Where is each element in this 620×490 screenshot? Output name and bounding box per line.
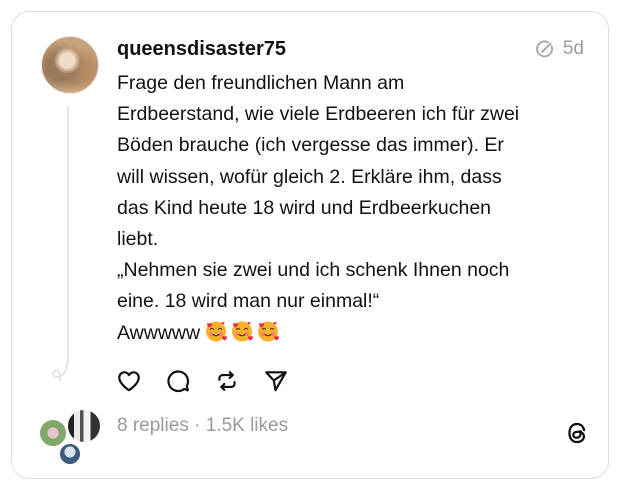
- thread-line: [67, 106, 69, 364]
- reply-avatars[interactable]: [38, 408, 102, 466]
- post-line: „Nehmen sie zwei und ich schenk Ihnen no…: [117, 259, 510, 282]
- post-stats: 8 replies · 1.5K likes: [117, 415, 288, 437]
- post-time[interactable]: 5d: [563, 38, 584, 60]
- repost-icon[interactable]: [214, 368, 240, 394]
- action-bar: [116, 368, 289, 394]
- post-line: will wissen, wofür gleich 2. Erkläre ihm…: [117, 165, 502, 188]
- send-icon[interactable]: [263, 368, 289, 394]
- post-line: Awwwww: [117, 321, 201, 344]
- replies-count[interactable]: 8 replies: [117, 415, 189, 436]
- author-username[interactable]: queensdisaster75: [117, 38, 286, 61]
- emoji-group: [204, 319, 280, 343]
- likes-count[interactable]: 1.5K likes: [206, 415, 288, 436]
- post-line: das Kind heute 18 wird und Erdbeerkuchen: [117, 196, 492, 219]
- threads-logo-icon[interactable]: [564, 419, 590, 447]
- edited-icon: [536, 40, 553, 58]
- heart-icon[interactable]: [116, 368, 142, 394]
- reply-avatar: [58, 442, 82, 466]
- post-body: Frage den freundlichen Mann am Erdbeerst…: [117, 68, 587, 349]
- post-meta: 5d: [535, 38, 584, 60]
- comment-icon[interactable]: [165, 368, 191, 394]
- post-line: Frage den freundlichen Mann am: [117, 72, 405, 94]
- reply-avatar: [66, 408, 102, 444]
- post-line: liebt.: [117, 228, 159, 251]
- stats-separator: ·: [194, 415, 201, 436]
- post-line: Erdbeerstand, wie viele Erdbeeren ich fü…: [117, 103, 520, 126]
- thread-curl-icon: [52, 362, 68, 381]
- post-last-line: Awwwww: [117, 318, 587, 349]
- smiling-face-with-hearts-icon: [258, 321, 280, 342]
- author-avatar[interactable]: [41, 36, 99, 94]
- smiling-face-with-hearts-icon: [232, 321, 254, 342]
- post-line: Böden brauche (ich vergesse das immer). …: [117, 134, 504, 157]
- post-line: eine. 18 wird man nur einmal!“: [117, 290, 380, 313]
- smiling-face-with-hearts-icon: [206, 321, 228, 342]
